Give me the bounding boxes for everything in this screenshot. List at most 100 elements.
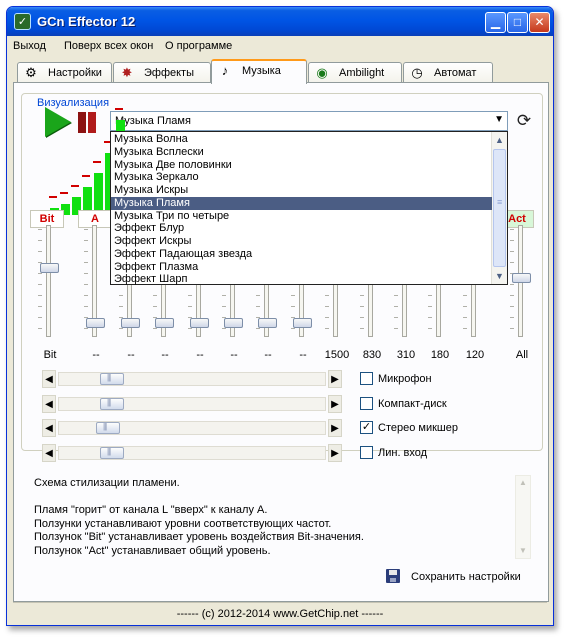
slider-tick: [325, 306, 329, 307]
play-icon[interactable]: [45, 107, 71, 137]
slider-tick: [394, 317, 398, 318]
gear-icon: ⚙: [25, 65, 37, 80]
slider-rail[interactable]: [58, 372, 326, 386]
slider-thumb[interactable]: [100, 446, 124, 459]
menu-about[interactable]: О программе: [165, 40, 232, 52]
maximize-button[interactable]: □: [507, 12, 528, 33]
slider-tick: [256, 328, 260, 329]
tab-settings[interactable]: ⚙ Настройки: [17, 62, 112, 83]
dropdown-option[interactable]: Эффект Плазма: [111, 261, 492, 274]
chevron-right-icon[interactable]: ▶: [328, 419, 342, 437]
input-checkbox[interactable]: [360, 445, 373, 459]
slider-label: 120: [465, 349, 485, 361]
description-line: Пламя "горит" от канала L "вверх" к кана…: [34, 504, 268, 516]
footer-divider: [13, 602, 547, 603]
slider-label: --: [264, 349, 272, 361]
slider-tick: [84, 229, 88, 230]
horizontal-slider[interactable]: ◀▶: [42, 443, 342, 462]
sparkle-icon: ✸: [121, 65, 133, 80]
slider-tick: [153, 328, 157, 329]
title-bar[interactable]: ✓ GCn Effector 12 ▁ □ ✕: [7, 7, 553, 36]
slider-tick: [256, 306, 260, 307]
chevron-right-icon[interactable]: ▶: [328, 443, 342, 462]
slider-tick: [38, 284, 42, 285]
close-button[interactable]: ✕: [529, 12, 550, 33]
dropdown-option[interactable]: Музыка Всплески: [111, 146, 492, 159]
slider-thumb[interactable]: [512, 273, 531, 283]
slider-thumb[interactable]: [121, 318, 140, 328]
dropdown-option[interactable]: Музыка Искры: [111, 184, 492, 197]
dropdown-scrollbar[interactable]: ▲ ▼: [491, 132, 507, 284]
spectrum-peak: [60, 192, 68, 194]
save-icon[interactable]: [386, 569, 400, 583]
slider-track[interactable]: [46, 225, 51, 337]
menu-always-on-top[interactable]: Поверх всех окон: [64, 40, 153, 52]
save-settings-button[interactable]: Сохранить настройки: [411, 571, 521, 583]
slider-thumb[interactable]: [40, 263, 59, 273]
slider-thumb[interactable]: [224, 318, 243, 328]
slider-tick: [84, 262, 88, 263]
slider-thumb[interactable]: [86, 318, 105, 328]
input-checkbox[interactable]: [360, 396, 373, 410]
chevron-left-icon[interactable]: ◀: [42, 370, 56, 388]
scroll-down-icon[interactable]: ▼: [492, 268, 507, 284]
horizontal-slider[interactable]: ◀▶: [42, 370, 342, 388]
tab-ambilight[interactable]: ◉ Ambilight: [308, 62, 402, 83]
chevron-left-icon[interactable]: ◀: [42, 419, 56, 437]
horizontal-slider[interactable]: ◀▶: [42, 419, 342, 437]
dropdown-option[interactable]: Эффект Искры: [111, 235, 492, 248]
dropdown-option[interactable]: Музыка Три по четыре: [111, 210, 492, 223]
tab-music[interactable]: ♪ Музыка: [211, 59, 307, 84]
slider-thumb[interactable]: [100, 373, 124, 385]
description-line: Ползунки устанавливают уровни соответств…: [34, 517, 332, 530]
window-title: GCn Effector 12: [37, 14, 136, 29]
slider-thumb[interactable]: [258, 318, 277, 328]
slider-tick: [38, 240, 42, 241]
scroll-up-icon[interactable]: ▲: [516, 476, 530, 490]
chevron-down-icon[interactable]: ▼: [494, 114, 504, 125]
slider-tick: [153, 306, 157, 307]
dropdown-scroll-thumb[interactable]: [493, 149, 506, 267]
dropdown-option[interactable]: Эффект Шарп: [111, 273, 492, 286]
slider-thumb[interactable]: [190, 318, 209, 328]
slider-tick: [38, 251, 42, 252]
slider-rail[interactable]: [58, 396, 326, 411]
dropdown-option[interactable]: Музыка Пламя: [111, 196, 492, 210]
visualization-select[interactable]: Музыка Пламя ▼: [110, 111, 508, 131]
dropdown-option[interactable]: Эффект Блур: [111, 222, 492, 235]
tab-automat[interactable]: ◷ Автомат: [403, 62, 493, 83]
minimize-button[interactable]: ▁: [485, 12, 506, 33]
vertical-slider[interactable]: [36, 225, 64, 337]
input-checkbox[interactable]: [360, 372, 373, 385]
chevron-left-icon[interactable]: ◀: [42, 394, 56, 413]
slider-tick: [291, 328, 295, 329]
pause-icon[interactable]: [78, 112, 98, 133]
slider-thumb[interactable]: [293, 318, 312, 328]
tab-effects[interactable]: ✸ Эффекты: [113, 62, 211, 83]
slider-thumb[interactable]: [96, 422, 120, 434]
slider-tick: [84, 240, 88, 241]
slider-tick: [119, 328, 123, 329]
scroll-down-icon[interactable]: ▼: [516, 544, 530, 558]
dropdown-option[interactable]: Музыка Зеркало: [111, 171, 492, 184]
slider-rail[interactable]: [58, 445, 326, 460]
slider-rail[interactable]: [58, 421, 326, 435]
horizontal-slider[interactable]: ◀▶: [42, 394, 342, 413]
vertical-slider[interactable]: [508, 225, 536, 337]
vertical-slider[interactable]: [82, 225, 110, 337]
dropdown-option[interactable]: Музыка Две половинки: [111, 159, 492, 172]
menu-exit[interactable]: Выход: [13, 40, 46, 52]
refresh-icon[interactable]: ⟳: [515, 111, 533, 131]
input-checkbox[interactable]: ✓: [360, 421, 373, 434]
dropdown-option[interactable]: Музыка Волна: [111, 133, 492, 146]
dropdown-option[interactable]: Эффект Падающая звезда: [111, 248, 492, 261]
chevron-right-icon[interactable]: ▶: [328, 370, 342, 388]
slider-thumb[interactable]: [155, 318, 174, 328]
chevron-left-icon[interactable]: ◀: [42, 443, 56, 462]
slider-tick: [119, 306, 123, 307]
description-scrollbar[interactable]: ▲ ▼: [515, 475, 531, 559]
scroll-up-icon[interactable]: ▲: [492, 132, 507, 148]
tab-automat-label: Автомат: [434, 67, 477, 79]
chevron-right-icon[interactable]: ▶: [328, 394, 342, 413]
slider-thumb[interactable]: [100, 397, 124, 410]
